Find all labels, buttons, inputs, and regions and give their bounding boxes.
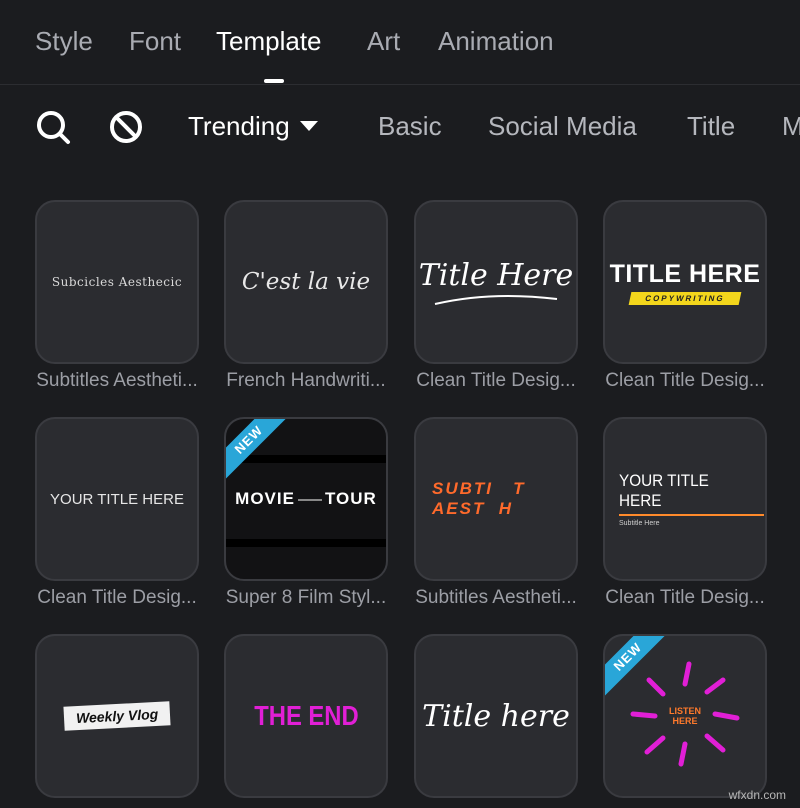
preview-text: C'est la vie bbox=[241, 269, 371, 295]
preview-text: TITLE HERE bbox=[609, 259, 761, 288]
template-card[interactable]: MOVIE TOUR NEW Super 8 Film Styl... bbox=[224, 417, 388, 608]
preview-text: THE END bbox=[253, 700, 359, 731]
template-card[interactable]: TITLE HERE COPYWRITING Clean Title Desig… bbox=[603, 200, 767, 391]
template-thumbnail: Weekly Vlog bbox=[35, 634, 199, 798]
template-caption: Super 8 Film Styl... bbox=[225, 587, 387, 608]
template-caption: Subtitles Aestheti... bbox=[415, 587, 577, 608]
preview-text: Weekly Vlog bbox=[63, 701, 171, 731]
template-thumbnail: LISTEN HERE NEW bbox=[603, 634, 767, 798]
template-caption: Clean Title Desig... bbox=[416, 370, 576, 391]
template-caption: Clean Title Desig... bbox=[37, 587, 197, 608]
watermark: wfxdn.com bbox=[728, 788, 786, 802]
preview-text: YOUR TITLE HERE bbox=[50, 490, 184, 508]
template-card[interactable]: Subcicles Aesthecic Subtitles Aestheti..… bbox=[35, 200, 199, 391]
preview-subtext: COPYWRITING bbox=[628, 291, 742, 305]
template-thumbnail: TITLE HERE COPYWRITING bbox=[603, 200, 767, 364]
template-thumbnail: Title here bbox=[414, 634, 578, 798]
preview-text: YOUR TITLE HERE bbox=[619, 471, 709, 510]
template-card[interactable]: YOUR TITLE HERE Subtitle Here Clean Titl… bbox=[603, 417, 767, 608]
preview-text: Title here bbox=[422, 698, 570, 734]
template-caption: Clean Title Desig... bbox=[605, 587, 765, 608]
template-thumbnail: THE END bbox=[224, 634, 388, 798]
template-card[interactable]: THE END bbox=[224, 634, 388, 798]
template-card[interactable]: LISTEN HERE NEW bbox=[603, 634, 767, 798]
preview-subtext: Subtitle Here bbox=[619, 520, 660, 527]
preview-text: Title Here bbox=[418, 257, 574, 293]
template-card[interactable]: Title Here Clean Title Desig... bbox=[414, 200, 578, 391]
template-thumbnail: SUBTI T AEST H bbox=[414, 417, 578, 581]
preview-text: TOUR bbox=[324, 489, 377, 508]
new-badge: NEW bbox=[605, 636, 668, 697]
preview-text: SUBTI T bbox=[432, 479, 526, 498]
swash-underline bbox=[434, 294, 558, 305]
template-thumbnail: YOUR TITLE HERE bbox=[35, 417, 199, 581]
accent-line bbox=[619, 514, 764, 516]
template-caption: Clean Title Desig... bbox=[605, 370, 765, 391]
template-thumbnail: MOVIE TOUR NEW bbox=[224, 417, 388, 581]
template-thumbnail: Title Here bbox=[414, 200, 578, 364]
preview-text: AEST H bbox=[432, 499, 514, 518]
template-card[interactable]: Title here bbox=[414, 634, 578, 798]
template-caption: French Handwriti... bbox=[226, 370, 386, 391]
template-thumbnail: YOUR TITLE HERE Subtitle Here bbox=[603, 417, 767, 581]
template-thumbnail: Subcicles Aesthecic bbox=[35, 200, 199, 364]
template-thumbnail: C'est la vie bbox=[224, 200, 388, 364]
preview-text: LISTEN HERE bbox=[668, 706, 701, 726]
new-badge: NEW bbox=[226, 419, 289, 480]
preview-text: Subcicles Aesthecic bbox=[51, 275, 183, 289]
template-card[interactable]: C'est la vie French Handwriti... bbox=[224, 200, 388, 391]
template-card[interactable]: SUBTI T AEST H Subtitles Aestheti... bbox=[414, 417, 578, 608]
template-card[interactable]: Weekly Vlog bbox=[35, 634, 199, 798]
preview-text: MOVIE bbox=[235, 489, 295, 508]
template-grid: Subcicles Aesthecic Subtitles Aestheti..… bbox=[0, 0, 800, 808]
template-card[interactable]: YOUR TITLE HERE Clean Title Desig... bbox=[35, 417, 199, 608]
template-caption: Subtitles Aestheti... bbox=[36, 370, 198, 391]
